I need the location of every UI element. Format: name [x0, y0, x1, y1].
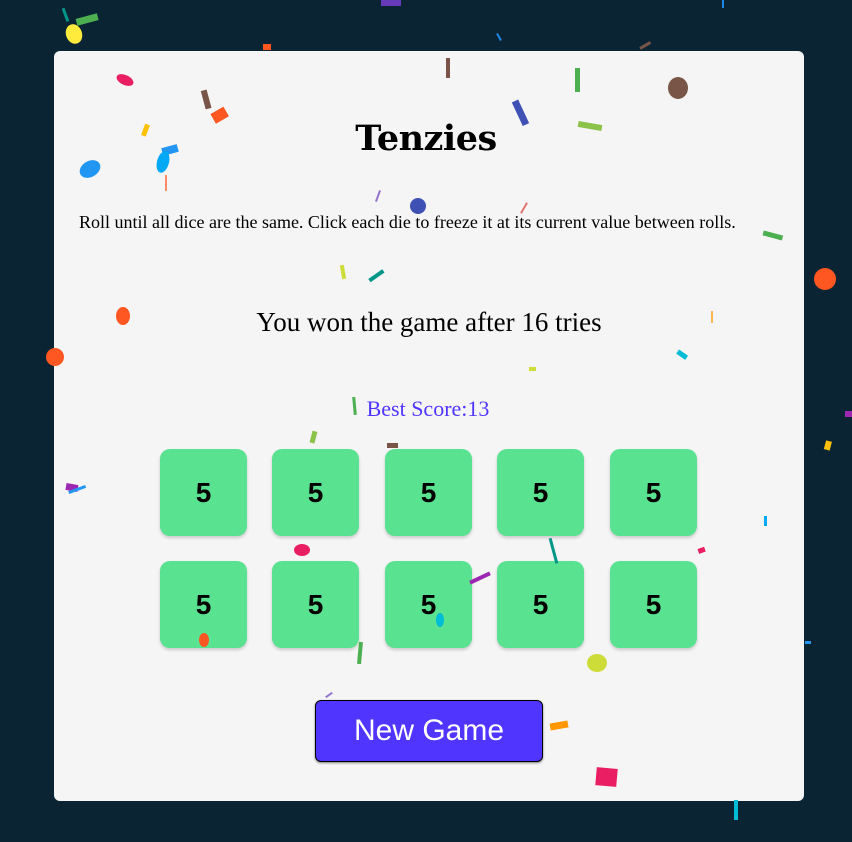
confetti-piece: [805, 641, 811, 644]
game-card: [54, 51, 804, 801]
die-6[interactable]: 5: [160, 561, 247, 648]
die-7[interactable]: 5: [272, 561, 359, 648]
confetti-piece: [639, 41, 652, 50]
die-2[interactable]: 5: [272, 449, 359, 536]
die-10[interactable]: 5: [610, 561, 697, 648]
win-status-text: You won the game after 16 tries: [256, 307, 602, 337]
best-score-text: Best Score:13: [366, 396, 490, 421]
app-stage: Tenzies Roll until all dice are the same…: [0, 0, 852, 842]
die-4[interactable]: 5: [497, 449, 584, 536]
confetti-piece: [61, 7, 70, 22]
confetti-piece: [814, 268, 836, 290]
die-9[interactable]: 5: [497, 561, 584, 648]
confetti-piece: [823, 440, 832, 451]
die-8[interactable]: 5: [385, 561, 472, 648]
confetti-piece: [381, 0, 401, 6]
die-3[interactable]: 5: [385, 449, 472, 536]
confetti-piece: [263, 44, 271, 50]
confetti-piece: [65, 24, 83, 44]
instructions-text: Roll until all dice are the same. Click …: [79, 212, 736, 232]
confetti-piece: [75, 13, 99, 26]
dice-grid: 5 5 5 5 5 5 5 5 5 5: [160, 449, 700, 649]
page-title: Tenzies: [355, 118, 497, 159]
die-5[interactable]: 5: [610, 449, 697, 536]
confetti-piece: [496, 33, 502, 41]
die-1[interactable]: 5: [160, 449, 247, 536]
confetti-piece: [722, 0, 724, 8]
confetti-piece: [734, 800, 738, 820]
new-game-button[interactable]: New Game: [315, 700, 543, 762]
